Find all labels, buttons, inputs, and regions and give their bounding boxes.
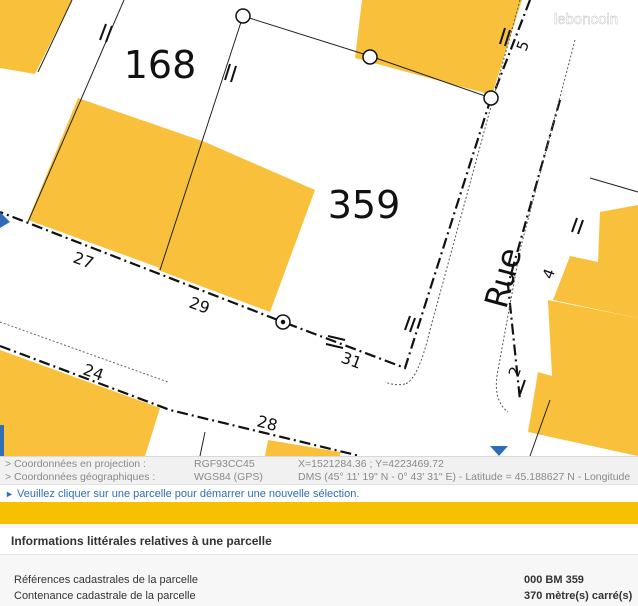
house-number: 4: [539, 266, 559, 281]
instruction-message[interactable]: ► Veuillez cliquer sur une parcelle pour…: [0, 484, 638, 503]
building: [0, 0, 72, 74]
building: [553, 205, 638, 318]
panel-title: Informations littérales relatives à une …: [11, 534, 272, 548]
parcel-number-168: 168: [124, 43, 197, 87]
projection-label: > Coordonnées en projection :: [5, 458, 146, 470]
parcel-info-panel: Informations littérales relatives à une …: [0, 524, 638, 606]
parcel-number-359: 359: [328, 183, 401, 227]
play-arrow-icon: ►: [5, 489, 14, 499]
cadastral-map[interactable]: 168 359 Rue 27 29 31 24 28 5 4 2 lebonco…: [0, 0, 638, 456]
building: [528, 300, 638, 456]
info-label: Contenance cadastrale de la parcelle: [14, 590, 196, 602]
edge-length: 27: [71, 248, 97, 273]
instruction-text: Veuillez cliquer sur une parcelle pour d…: [17, 488, 360, 500]
watermark: leboncoin: [554, 11, 618, 28]
map-canvas[interactable]: 168 359 Rue 27 29 31 24 28 5 4 2 lebonco…: [0, 0, 638, 456]
info-row-reference: Références cadastrales de la parcelle 00…: [0, 572, 638, 588]
edge-length: 28: [255, 412, 280, 436]
edge-length: 29: [187, 293, 213, 318]
info-row-area: Contenance cadastrale de la parcelle 370…: [0, 588, 638, 604]
projection-row: > Coordonnées en projection : RGF93CC45 …: [0, 458, 638, 471]
coordinates-bar: > Coordonnées en projection : RGF93CC45 …: [0, 456, 638, 485]
info-value: 370 mètre(s) carré(s): [524, 590, 633, 602]
projection-system: RGF93CC45: [194, 458, 255, 470]
street-label: Rue: [477, 244, 529, 313]
building-edge: [0, 425, 4, 456]
geo-row: > Coordonnées géographiques : WGS84 (GPS…: [0, 471, 638, 484]
house-number: 5: [513, 38, 533, 53]
geo-value: DMS (45° 11' 19" N - 0° 43' 31" E) - Lat…: [298, 471, 631, 483]
building: [0, 350, 160, 456]
panel-title-bar: Informations littérales relatives à une …: [0, 528, 638, 555]
projection-value: X=1521284.36 ; Y=4223469.72: [298, 458, 444, 470]
info-value: 000 BM 359: [524, 574, 584, 586]
house-number: 2: [505, 364, 525, 379]
geo-system: WGS84 (GPS): [194, 471, 263, 483]
accent-band: [0, 502, 638, 524]
info-label: Références cadastrales de la parcelle: [14, 574, 199, 586]
geo-label: > Coordonnées géographiques :: [5, 471, 156, 483]
building: [355, 0, 522, 95]
map-edge-marker[interactable]: [490, 446, 508, 456]
